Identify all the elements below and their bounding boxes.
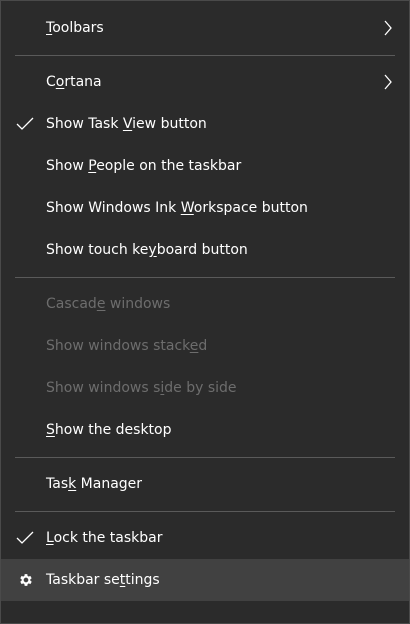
menu-item-cortana[interactable]: Cortana [1,61,409,103]
menu-item-show-people[interactable]: Show People on the taskbar [1,145,409,187]
menu-separator [15,511,395,512]
checkmark-icon [15,517,35,559]
menu-item-label: Toolbars [46,20,104,36]
menu-item-label: Show People on the taskbar [46,158,242,174]
menu-item-label: Taskbar settings [46,572,160,588]
menu-item-label: Cortana [46,74,102,90]
menu-separator [15,277,395,278]
gear-icon [17,559,35,601]
menu-item-lock-taskbar[interactable]: Lock the taskbar [1,517,409,559]
menu-item-show-ink-workspace[interactable]: Show Windows Ink Workspace button [1,187,409,229]
menu-item-label: Lock the taskbar [46,530,163,546]
menu-item-cascade-windows: Cascade windows [1,283,409,325]
menu-item-taskbar-settings[interactable]: Taskbar settings [1,559,409,601]
menu-item-show-task-view-button[interactable]: Show Task View button [1,103,409,145]
menu-item-label: Show Windows Ink Workspace button [46,200,308,216]
chevron-right-icon [381,7,395,49]
menu-item-show-windows-stacked: Show windows stacked [1,325,409,367]
menu-item-label: Show touch keyboard button [46,242,248,258]
taskbar-context-menu: Toolbars Cortana Show Task View button S… [0,0,410,624]
menu-separator [15,457,395,458]
menu-separator [15,55,395,56]
menu-item-label: Task Manager [46,476,143,492]
menu-item-label: Show the desktop [46,422,172,438]
menu-item-show-touch-keyboard[interactable]: Show touch keyboard button [1,229,409,271]
checkmark-icon [15,103,35,145]
menu-item-task-manager[interactable]: Task Manager [1,463,409,505]
menu-item-show-desktop[interactable]: Show the desktop [1,409,409,451]
menu-item-label: Show Task View button [46,116,207,132]
menu-item-label: Show windows stacked [46,338,208,354]
menu-item-label: Cascade windows [46,296,171,312]
chevron-right-icon [381,61,395,103]
menu-item-label: Show windows side by side [46,380,237,396]
menu-item-toolbars[interactable]: Toolbars [1,7,409,49]
menu-item-show-windows-side-by-side: Show windows side by side [1,367,409,409]
